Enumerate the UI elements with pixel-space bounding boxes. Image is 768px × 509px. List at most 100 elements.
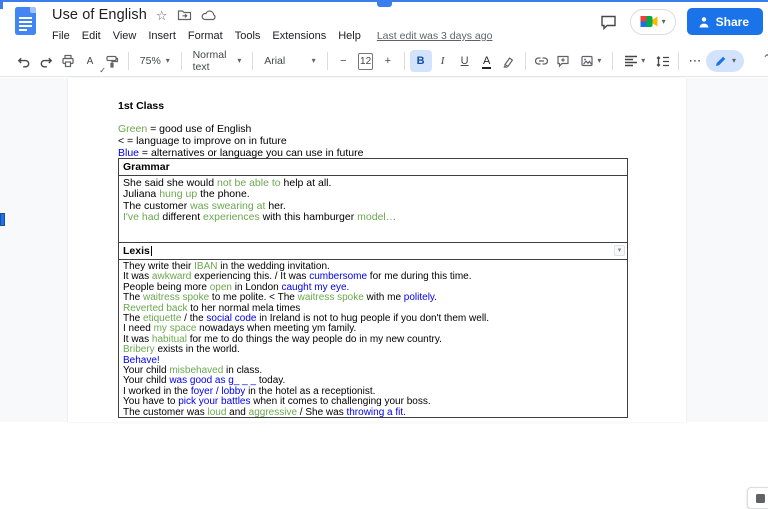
text-segment: throwing a fit. <box>346 406 406 417</box>
text-color-letter: A <box>482 55 491 67</box>
font-family-select[interactable]: Arial ▾ <box>258 50 321 72</box>
chevron-down-icon: ▾ <box>165 56 170 65</box>
lexis-cell[interactable]: They write their IBAN in the wedding inv… <box>119 260 627 417</box>
text-segment: pick your battles <box>178 396 251 408</box>
star-icon[interactable]: ☆ <box>156 9 168 22</box>
paragraph-style-select[interactable]: Normal text ▾ <box>187 49 248 73</box>
menu-item-extensions[interactable]: Extensions <box>266 28 332 44</box>
grammar-header-cell[interactable]: Grammar <box>119 159 627 176</box>
text-segment: Bribery <box>123 344 155 356</box>
text-segment: Reverted back <box>123 302 188 314</box>
text-segment: aggressive <box>248 406 297 417</box>
grammar-header-label: Grammar <box>123 161 170 173</box>
text-segment: / She was <box>297 406 347 417</box>
bold-button[interactable]: B <box>409 50 432 72</box>
increase-font-size-button[interactable]: + <box>377 50 399 72</box>
menu-item-insert[interactable]: Insert <box>142 28 182 44</box>
text-segment: help at all. <box>280 177 332 189</box>
cloud-saved-icon[interactable] <box>201 9 218 21</box>
text-segment: model… <box>357 211 397 224</box>
left-edge-indicator <box>0 213 5 226</box>
insert-link-icon[interactable] <box>530 50 552 72</box>
grammar-cell[interactable]: She said she would not be able to help a… <box>119 176 627 243</box>
hide-menus-icon[interactable]: ⌃ <box>762 52 768 66</box>
text-segment: IBAN <box>194 261 218 272</box>
image-icon <box>581 55 594 67</box>
text-segment: and <box>226 406 249 417</box>
text-segment: different <box>159 211 204 224</box>
move-folder-icon[interactable] <box>177 9 192 21</box>
highlight-color-icon[interactable] <box>498 50 520 72</box>
lexis-header-cell[interactable]: Lexis ▾ <box>119 243 627 260</box>
print-icon[interactable] <box>57 50 79 72</box>
text-segment: waitress spoke <box>297 292 364 304</box>
chevron-down-icon: ▾ <box>661 16 666 26</box>
doc-line: Bribery exists in the world. <box>123 345 627 355</box>
explore-button[interactable] <box>747 487 768 509</box>
menu-item-view[interactable]: View <box>107 28 143 44</box>
text-segment: in London <box>231 281 282 293</box>
text-segment: = good use of English <box>147 123 252 135</box>
text-cursor <box>150 245 152 256</box>
text-segment: Juliana <box>123 188 160 201</box>
add-comment-icon[interactable] <box>552 50 574 72</box>
text-segment: my space <box>153 323 197 335</box>
italic-button[interactable]: I <box>432 50 454 72</box>
text-segment: awkward <box>151 271 192 283</box>
lexis-header-label: Lexis <box>123 245 150 257</box>
editing-mode-button[interactable]: ▾ <box>706 50 745 72</box>
open-comments-icon[interactable] <box>598 12 619 32</box>
chevron-down-icon: ▾ <box>311 56 316 65</box>
text-segment: in class. <box>223 365 263 377</box>
color-legend: Green = good use of English < = language … <box>118 123 686 159</box>
table-cell-dropdown[interactable]: ▾ <box>614 245 625 256</box>
toolbar: A ✓ 75% ▾ Normal text ▾ Arial ▾ − 12 + B… <box>0 46 768 77</box>
text-segment: nowadays when meeting ym family. <box>196 323 357 335</box>
menu-item-edit[interactable]: Edit <box>76 28 107 44</box>
text-segment: I've had <box>123 211 160 224</box>
menu-item-help[interactable]: Help <box>332 28 367 44</box>
text-segment: was swearing at <box>190 199 266 212</box>
text-segment: habitual <box>151 333 187 345</box>
menu-item-format[interactable]: Format <box>182 28 229 44</box>
text-segment: I need <box>123 323 154 335</box>
document-title[interactable]: Use of English <box>52 7 147 23</box>
text-segment: Your child <box>123 375 170 387</box>
spellcheck-checkmark: ✓ <box>99 66 106 75</box>
menu-item-tools[interactable]: Tools <box>229 28 267 44</box>
text-segment: caught my eye. <box>281 281 350 293</box>
document-page[interactable]: 1st Class Green = good use of English < =… <box>68 78 686 422</box>
spellcheck-icon[interactable]: A ✓ <box>79 50 106 76</box>
text-segment: in the wedding invitation. <box>217 261 330 272</box>
text-segment: for me to do things the way people do in… <box>186 333 442 345</box>
insert-image-select[interactable]: ▾ <box>574 50 607 72</box>
font-size-input[interactable]: 12 <box>358 52 373 70</box>
text-segment: her. <box>265 199 286 212</box>
align-left-icon <box>625 55 638 67</box>
menu-bar: File Edit View Insert Format Tools Extensions H… <box>46 27 492 45</box>
share-button[interactable]: Share <box>686 8 763 35</box>
meet-button[interactable]: ▾ <box>629 8 676 35</box>
google-meet-icon <box>640 16 658 27</box>
text-segment: today. <box>256 375 286 387</box>
doc-heading: 1st Class <box>118 100 165 112</box>
last-edit-link[interactable]: Last edit was 3 days ago <box>377 30 493 42</box>
explore-icon <box>755 493 765 503</box>
text-segment: the phone. <box>197 188 250 201</box>
undo-button[interactable] <box>13 50 35 72</box>
menu-item-file[interactable]: File <box>46 28 76 44</box>
text-color-button[interactable]: A <box>476 50 498 72</box>
text-segment: for me during this time. <box>367 271 472 283</box>
paragraph-style-value: Normal text <box>192 49 227 73</box>
redo-button[interactable] <box>35 50 57 72</box>
text-segment: open <box>209 281 232 293</box>
google-docs-icon[interactable] <box>15 7 36 35</box>
zoom-select[interactable]: 75% ▾ <box>134 50 176 72</box>
line-spacing-icon[interactable] <box>651 50 673 72</box>
align-select[interactable]: ▾ <box>618 50 651 72</box>
text-segment: experiences <box>203 211 260 224</box>
text-segment: cumbersome <box>309 271 368 283</box>
decrease-font-size-button[interactable]: − <box>332 50 354 72</box>
more-options-button[interactable]: ⋯ <box>684 50 706 72</box>
underline-button[interactable]: U <box>454 50 476 72</box>
